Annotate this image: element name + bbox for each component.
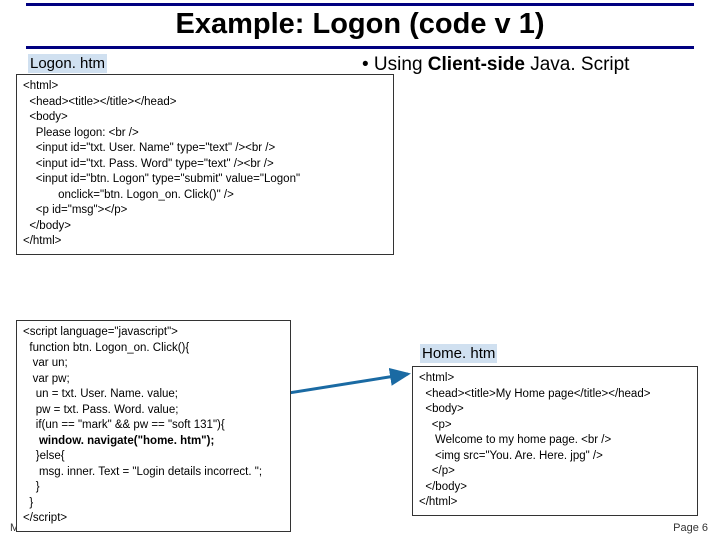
code-line: onclick="btn. Logon_on. Click()" /> bbox=[23, 188, 387, 204]
code-line: </body> bbox=[23, 219, 387, 235]
code-line: </body> bbox=[419, 480, 691, 496]
slide: Example: Logon (code v 1) Logon. htm • U… bbox=[0, 0, 720, 540]
code-line: Please logon: <br /> bbox=[23, 126, 387, 142]
code-line: <html> bbox=[419, 371, 691, 387]
code-line: var un; bbox=[23, 356, 284, 372]
code-line: <input id="txt. Pass. Word" type="text" … bbox=[23, 157, 387, 173]
code-box-logon-script: <script language="javascript"> function … bbox=[16, 320, 291, 532]
code-line: function btn. Logon_on. Click(){ bbox=[23, 341, 284, 357]
code-line: <p id="msg"></p> bbox=[23, 203, 387, 219]
code-line: var pw; bbox=[23, 372, 284, 388]
code-line: if(un == "mark" && pw == "soft 131"){ bbox=[23, 418, 284, 434]
code-line: <body> bbox=[419, 402, 691, 418]
bullet-prefix: • Using bbox=[362, 54, 428, 75]
footer-page: Page 6 bbox=[673, 522, 708, 534]
code-line: } bbox=[23, 496, 284, 512]
code-line: <head><title>My Home page</title></head> bbox=[419, 387, 691, 403]
code-line: <input id="btn. Logon" type="submit" val… bbox=[23, 172, 387, 188]
code-line: } bbox=[23, 480, 284, 496]
code-line: <img src="You. Are. Here. jpg" /> bbox=[419, 449, 691, 465]
code-line: un = txt. User. Name. value; bbox=[23, 387, 284, 403]
code-line: <p> bbox=[419, 418, 691, 434]
code-line: msg. inner. Text = "Login details incorr… bbox=[23, 465, 284, 481]
bullet-suffix: Java. Script bbox=[525, 54, 630, 75]
code-line: <html> bbox=[23, 79, 387, 95]
code-line: </html> bbox=[23, 234, 387, 250]
title-underline bbox=[26, 46, 694, 49]
code-line: <head><title></title></head> bbox=[23, 95, 387, 111]
code-line: </p> bbox=[419, 464, 691, 480]
code-box-logon-html: <html> <head><title></title></head> <bod… bbox=[16, 74, 394, 255]
code-line: <body> bbox=[23, 110, 387, 126]
code-line-navigate: window. navigate("home. htm"); bbox=[23, 434, 284, 450]
code-line: <script language="javascript"> bbox=[23, 325, 284, 341]
label-home-htm: Home. htm bbox=[420, 344, 497, 363]
code-line: </script> bbox=[23, 511, 284, 527]
top-border bbox=[26, 3, 694, 6]
code-line: }else{ bbox=[23, 449, 284, 465]
code-line: pw = txt. Pass. Word. value; bbox=[23, 403, 284, 419]
bullet-bold: Client-side bbox=[428, 54, 525, 75]
label-logon-htm: Logon. htm bbox=[28, 54, 107, 73]
code-box-home-html: <html> <head><title>My Home page</title>… bbox=[412, 366, 698, 516]
code-line: Welcome to my home page. <br /> bbox=[419, 433, 691, 449]
slide-title: Example: Logon (code v 1) bbox=[0, 8, 720, 41]
code-line: </html> bbox=[419, 495, 691, 511]
code-line: <input id="txt. User. Name" type="text" … bbox=[23, 141, 387, 157]
bullet-client-side: • Using Client-side Java. Script bbox=[362, 54, 629, 76]
